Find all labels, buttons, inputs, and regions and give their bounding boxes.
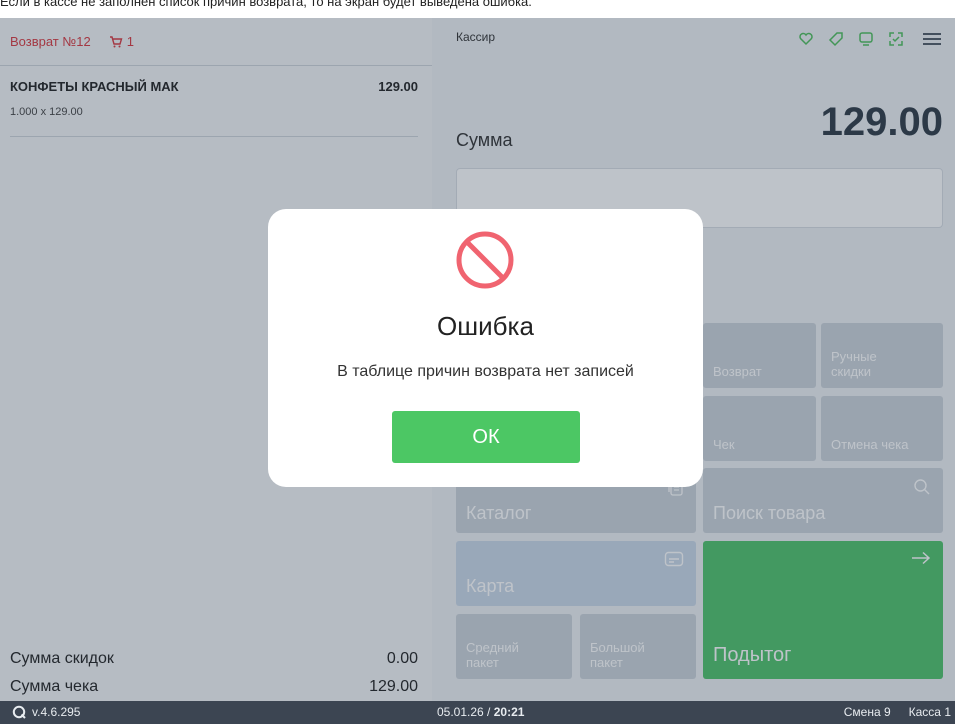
caption-text: Если в кассе не заполнен список причин в…	[0, 0, 532, 9]
shift-info: Смена 9 Касса 1	[844, 705, 951, 719]
version-text: v.4.6.295	[32, 705, 81, 719]
ok-button[interactable]: ОК	[392, 411, 580, 463]
register-text: Касса 1	[908, 705, 951, 719]
datetime: 05.01.26 / 20:21	[437, 705, 525, 719]
pos-screen: Возврат №12 1 КОНФЕТЫ КРАСНЫЙ МАК 129.00…	[0, 18, 955, 724]
time-text: 20:21	[493, 705, 525, 719]
version-info: v.4.6.295	[12, 705, 80, 719]
status-bar: v.4.6.295 05.01.26 / 20:21 Смена 9 Касса…	[0, 701, 955, 724]
date-text: 05.01.26	[437, 705, 484, 719]
app-logo-icon	[12, 705, 26, 719]
prohibited-icon	[456, 231, 514, 289]
error-dialog: Ошибка В таблице причин возврата нет зап…	[268, 209, 703, 487]
shift-text: Смена 9	[843, 705, 891, 719]
dialog-title: Ошибка	[437, 311, 534, 341]
dialog-message: В таблице причин возврата нет записей	[337, 363, 634, 380]
